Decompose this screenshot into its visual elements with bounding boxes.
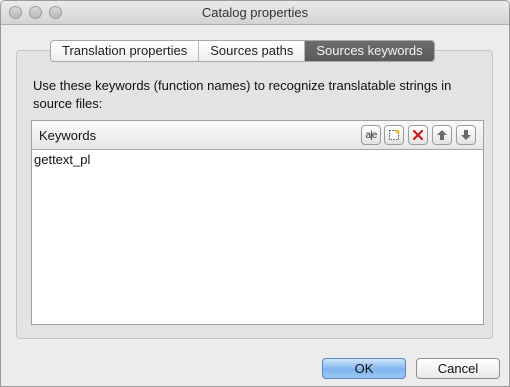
- new-item-button[interactable]: [384, 125, 404, 145]
- tab-sources-keywords[interactable]: Sources keywords: [305, 41, 434, 61]
- move-up-icon: [437, 130, 447, 140]
- keywords-rows: gettext_pl: [32, 151, 483, 169]
- tab-sources-paths[interactable]: Sources paths: [199, 41, 306, 61]
- keywords-header-label: Keywords: [39, 128, 97, 143]
- ok-button[interactable]: OK: [322, 358, 406, 379]
- move-up-button[interactable]: [432, 125, 452, 145]
- dialog-window: Catalog properties Translation propertie…: [0, 0, 510, 387]
- delete-item-button[interactable]: [408, 125, 428, 145]
- title-bar: Catalog properties: [1, 1, 509, 25]
- cancel-button[interactable]: Cancel: [416, 358, 500, 379]
- tab-bar: Translation properties Sources paths Sou…: [50, 40, 435, 62]
- list-item[interactable]: gettext_pl: [32, 151, 483, 169]
- keywords-description: Use these keywords (function names) to r…: [33, 78, 452, 111]
- keywords-list-header: Keywords a|e: [32, 121, 483, 150]
- edit-item-button[interactable]: a|e: [361, 125, 381, 145]
- move-down-icon: [461, 130, 471, 140]
- new-item-icon: [389, 129, 400, 140]
- delete-icon: [412, 129, 424, 141]
- move-down-button[interactable]: [456, 125, 476, 145]
- tab-translation-properties[interactable]: Translation properties: [51, 41, 200, 61]
- edit-item-icon: a|e: [365, 129, 378, 141]
- window-title: Catalog properties: [201, 5, 309, 20]
- keywords-list: Keywords a|e gettext_pl: [31, 120, 484, 325]
